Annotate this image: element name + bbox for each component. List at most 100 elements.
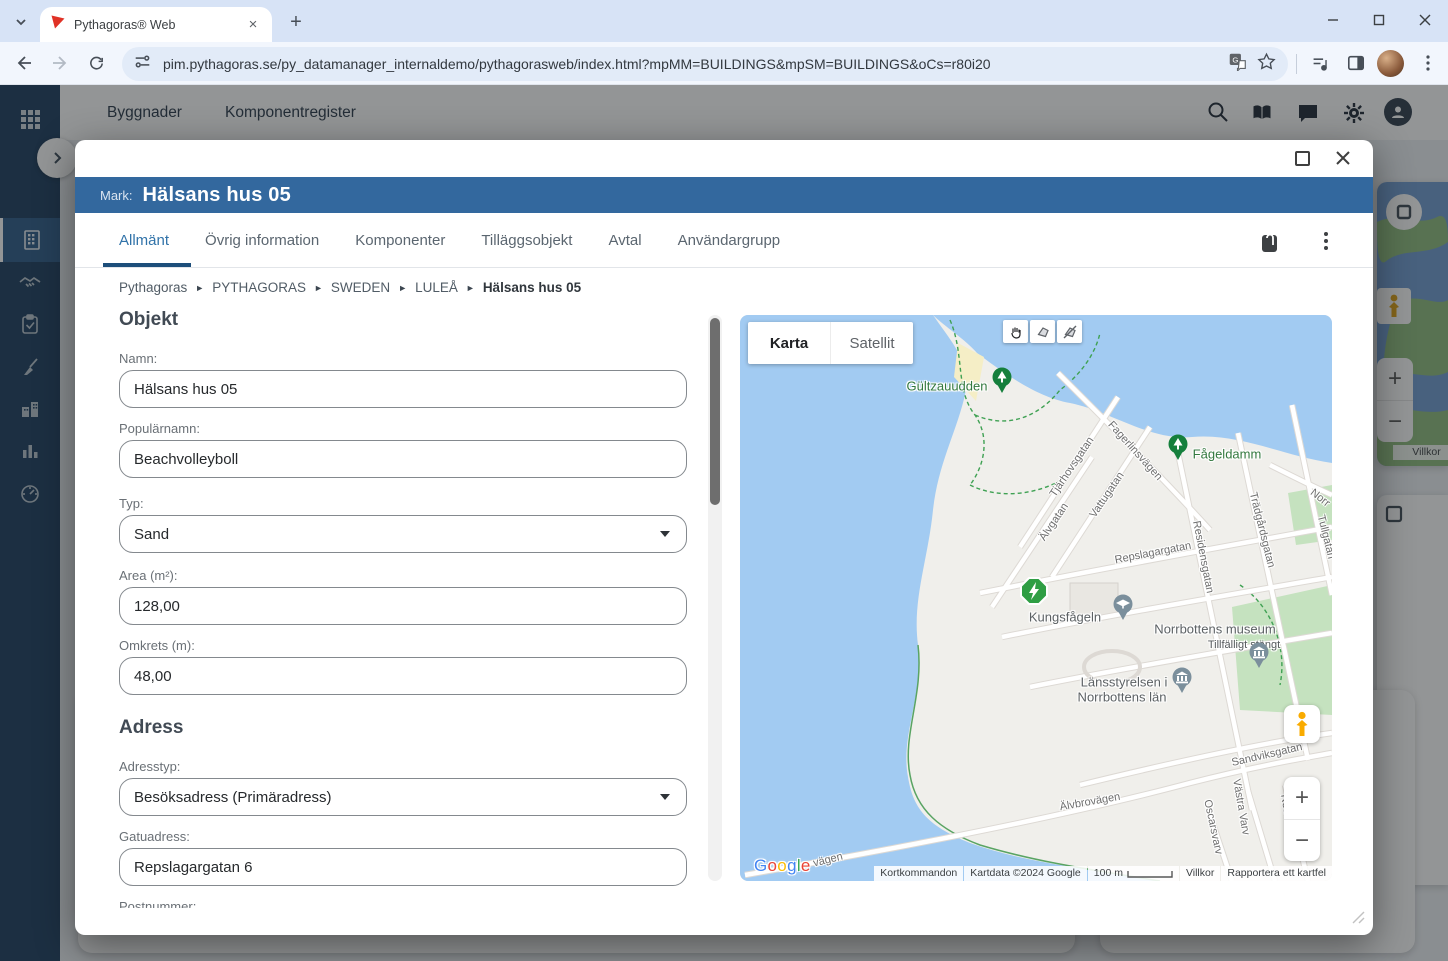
field-gatuadress: Gatuadress: xyxy=(119,829,687,886)
field-adresstyp: Adresstyp: Besöksadress (Primäradress) xyxy=(119,759,687,816)
gatuadress-input[interactable] xyxy=(119,848,687,886)
poi-label-gultzauudden: Gültzauudden xyxy=(907,379,988,394)
chevron-down-icon xyxy=(660,794,670,800)
zoom-out-icon[interactable]: − xyxy=(1284,820,1320,861)
object-type-label: Mark: xyxy=(100,188,133,203)
park-tree-marker-icon[interactable] xyxy=(1167,434,1189,466)
field-label: Omkrets (m): xyxy=(119,638,687,653)
poi-label-museum: Norrbottens museum xyxy=(1154,622,1275,637)
profile-avatar[interactable] xyxy=(1377,50,1404,77)
adresstyp-select[interactable]: Besöksadress (Primäradress) xyxy=(119,778,687,816)
window-minimize-icon[interactable] xyxy=(1310,0,1356,40)
tab-search-chevron-icon[interactable] xyxy=(8,9,34,35)
url-text[interactable]: pim.pythagoras.se/py_datamanager_interna… xyxy=(163,56,1228,72)
government-marker-icon[interactable] xyxy=(1171,667,1193,699)
tab-close-icon[interactable]: × xyxy=(244,16,262,33)
pan-hand-icon[interactable] xyxy=(1003,320,1028,343)
browser-tab[interactable]: Pythagoras® Web × xyxy=(40,7,272,42)
pegman-icon[interactable] xyxy=(1284,705,1320,743)
favicon-pythagoras xyxy=(50,14,66,35)
window-maximize-icon[interactable] xyxy=(1356,0,1402,40)
back-icon[interactable] xyxy=(8,47,40,79)
tab-tillaggsobjekt[interactable]: Tilläggsobjekt xyxy=(481,232,572,249)
map-type-satellit-button[interactable]: Satellit xyxy=(831,322,913,364)
museum-marker-icon[interactable] xyxy=(1248,642,1270,674)
google-logo[interactable]: Google xyxy=(754,856,811,876)
report-map-error-link[interactable]: Rapportera ett kartfel xyxy=(1221,866,1332,881)
browser-toolbar: pim.pythagoras.se/py_datamanager_interna… xyxy=(0,42,1448,85)
park-tree-marker-icon[interactable] xyxy=(991,367,1013,399)
dialog-resize-handle[interactable] xyxy=(1351,910,1365,929)
area-input[interactable] xyxy=(119,587,687,625)
side-panel-icon[interactable] xyxy=(1340,47,1372,79)
typ-select[interactable]: Sand xyxy=(119,515,687,553)
field-omkrets: Omkrets (m): xyxy=(119,638,687,695)
field-label: Postnummer: xyxy=(119,899,687,908)
field-namn: Namn: xyxy=(119,351,687,408)
namn-input[interactable] xyxy=(119,370,687,408)
tab-komponenter[interactable]: Komponenter xyxy=(355,232,445,249)
breadcrumb-item-company[interactable]: PYTHAGORAS xyxy=(212,280,306,295)
svg-text:G: G xyxy=(1232,55,1238,64)
field-label: Populärnamn: xyxy=(119,421,687,436)
more-options-kebab-icon[interactable] xyxy=(1313,226,1339,256)
browser-tab-strip: Pythagoras® Web × + xyxy=(0,0,1448,42)
section-heading-adress: Adress xyxy=(119,717,687,739)
dialog-tab-bar: Allmänt Övrig information Komponenter Ti… xyxy=(75,213,1373,268)
field-typ: Typ: Sand xyxy=(119,496,687,553)
object-dialog: Mark: Hälsans hus 05 Allmänt Övrig infor… xyxy=(75,140,1373,935)
breadcrumb-separator-icon: ► xyxy=(466,283,475,293)
screenshot-root: Byggnader Komponentregister xyxy=(0,0,1448,961)
translate-icon[interactable]: G xyxy=(1228,52,1247,76)
breadcrumb: Pythagoras ► PYTHAGORAS ► SWEDEN ► LULEÅ… xyxy=(119,280,687,295)
dialog-header: Mark: Hälsans hus 05 xyxy=(75,177,1373,213)
site-info-icon[interactable] xyxy=(134,53,151,75)
breadcrumb-item-city[interactable]: LULEÅ xyxy=(415,280,458,295)
form-scrollbar-thumb[interactable] xyxy=(710,318,720,505)
attachment-icon[interactable] xyxy=(1255,226,1285,256)
reload-icon[interactable] xyxy=(80,47,112,79)
map-type-karta-button[interactable]: Karta xyxy=(748,322,831,364)
tab-ovrig-information[interactable]: Övrig information xyxy=(205,232,319,249)
school-marker-icon[interactable] xyxy=(1112,594,1134,626)
tab-allmant[interactable]: Allmänt xyxy=(119,232,169,249)
media-controls-icon[interactable] xyxy=(1304,47,1336,79)
toolbar-divider xyxy=(1296,54,1297,74)
bookmark-star-icon[interactable] xyxy=(1257,52,1276,76)
select-value: Besöksadress (Primäradress) xyxy=(134,789,332,806)
form-column: Pythagoras ► PYTHAGORAS ► SWEDEN ► LULEÅ… xyxy=(119,280,687,908)
tab-avtal[interactable]: Avtal xyxy=(608,232,641,249)
map-zoom-control: + − xyxy=(1284,777,1320,861)
omnibox[interactable]: pim.pythagoras.se/py_datamanager_interna… xyxy=(122,47,1288,81)
google-map[interactable]: Tjärhovsgatan Vattugatan Älvgatan Fagerl… xyxy=(740,315,1332,881)
dialog-maximize-button[interactable] xyxy=(1287,145,1317,171)
zoom-in-icon[interactable]: + xyxy=(1284,777,1320,819)
villkor-link[interactable]: Villkor xyxy=(1180,866,1220,881)
popularnamn-input[interactable] xyxy=(119,440,687,478)
new-tab-icon[interactable]: + xyxy=(282,8,310,36)
field-popularnamn: Populärnamn: xyxy=(119,421,687,478)
omkrets-input[interactable] xyxy=(119,657,687,695)
tab-anvandargrupp[interactable]: Användargrupp xyxy=(678,232,781,249)
field-label: Typ: xyxy=(119,496,687,511)
browser-menu-kebab-icon[interactable] xyxy=(1412,47,1444,79)
breadcrumb-item-root[interactable]: Pythagoras xyxy=(119,280,187,295)
map-draw-toolbar xyxy=(1003,320,1082,343)
selected-object-marker-icon[interactable] xyxy=(1018,575,1050,612)
map-scale: 100 m xyxy=(1088,866,1179,881)
erase-polygon-icon[interactable] xyxy=(1057,320,1082,343)
select-value: Sand xyxy=(134,526,169,543)
poi-label-lansstyrelsen-line2: Norrbottens län xyxy=(1078,690,1167,705)
chevron-down-icon xyxy=(660,531,670,537)
breadcrumb-item-country[interactable]: SWEDEN xyxy=(331,280,390,295)
forward-icon[interactable] xyxy=(44,47,76,79)
section-heading-objekt: Objekt xyxy=(119,309,687,331)
window-close-icon[interactable] xyxy=(1402,0,1448,40)
draw-polygon-icon[interactable] xyxy=(1030,320,1055,343)
kortkommandon-link[interactable]: Kortkommandon xyxy=(874,866,963,881)
breadcrumb-item-current: Hälsans hus 05 xyxy=(483,280,581,295)
breadcrumb-separator-icon: ► xyxy=(195,283,204,293)
poi-label-fageldamm: Fågeldamm xyxy=(1193,447,1262,462)
dialog-close-icon[interactable] xyxy=(1328,145,1358,171)
active-tab-indicator xyxy=(103,263,191,267)
